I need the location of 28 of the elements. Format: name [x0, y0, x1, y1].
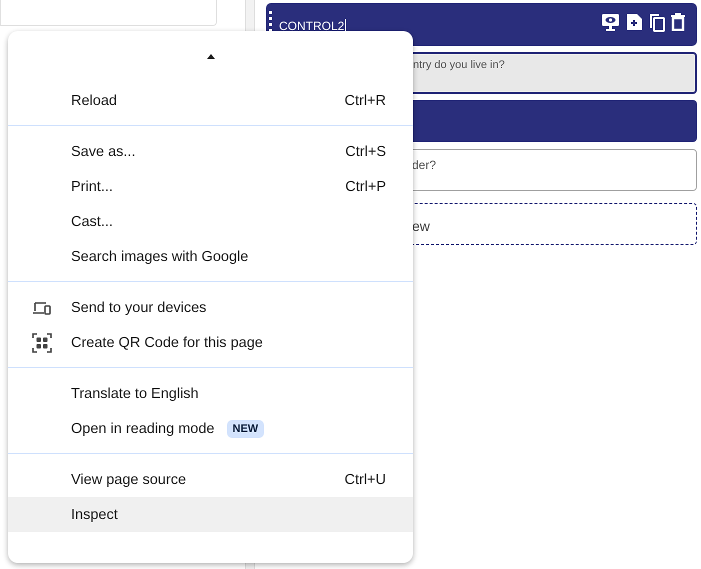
menu-item-label: Save as...: [71, 144, 136, 160]
menu-item[interactable]: Create QR Code for this page: [8, 325, 413, 360]
menu-item-label: Create QR Code for this page: [71, 334, 263, 350]
menu-item-label: Cast...: [71, 214, 113, 230]
menu-item-label: Inspect: [71, 506, 118, 522]
add-file-icon[interactable]: [626, 13, 643, 31]
menu-item[interactable]: Send to your devices: [8, 290, 413, 325]
copy-icon[interactable]: [649, 13, 665, 32]
menu-item-label: Send to your devices: [71, 300, 206, 316]
menu-item-label: Search images with Google: [71, 248, 248, 264]
drag-handle-icon[interactable]: [269, 11, 273, 33]
qr-code-icon: [32, 332, 52, 352]
shortcut-label: Ctrl+U: [344, 472, 386, 488]
menu-item-label: Print...: [71, 178, 113, 194]
new-badge: NEW: [226, 420, 264, 438]
menu-item[interactable]: Inspect: [8, 497, 413, 532]
scroll-up-icon[interactable]: [206, 54, 214, 58]
menu-item-label: Translate to English: [71, 386, 199, 402]
preview-icon[interactable]: [601, 13, 620, 31]
menu-item[interactable]: Open in reading mode NEW: [8, 411, 413, 446]
menu-item-label: Open in reading mode: [71, 420, 214, 436]
devices-icon: [32, 300, 52, 314]
menu-item[interactable]: Translate to English: [8, 376, 413, 411]
menu-item-label: View page source: [71, 472, 186, 488]
delete-icon[interactable]: [671, 13, 685, 31]
menu-item-label: Reload: [71, 92, 117, 108]
menu-item[interactable]: View page source Ctrl+U: [8, 462, 413, 497]
shortcut-label: Ctrl+R: [344, 92, 386, 108]
